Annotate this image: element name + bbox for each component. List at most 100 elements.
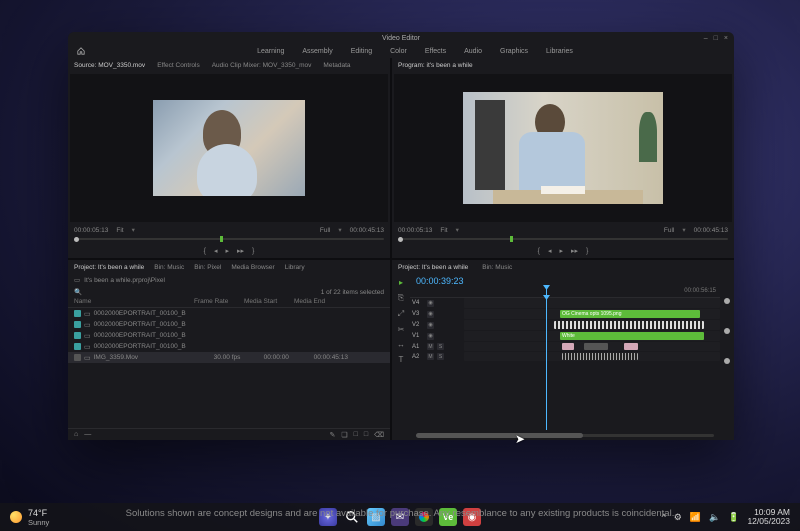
solo-toggle[interactable]: S bbox=[437, 343, 444, 350]
col-media-end[interactable]: Media End bbox=[294, 298, 344, 307]
clip-a1-2[interactable] bbox=[584, 343, 608, 350]
track-toggle[interactable]: ◉ bbox=[427, 333, 434, 340]
col-name[interactable]: Name bbox=[74, 298, 194, 307]
titlebar: Video Editor – □ × bbox=[68, 32, 734, 44]
clip-a1-1[interactable] bbox=[562, 343, 574, 350]
track-lane-v3[interactable]: OG Cinema opts 1095.png bbox=[464, 309, 720, 319]
timeline-ruler[interactable]: 00:00:56:15 bbox=[410, 288, 720, 298]
close-button[interactable]: × bbox=[724, 35, 728, 42]
tab-library[interactable]: Library bbox=[285, 264, 305, 271]
table-row[interactable]: ▭0002000EPORTRAIT_00100_B bbox=[68, 330, 390, 341]
tab-metadata[interactable]: Metadata bbox=[323, 62, 350, 69]
playhead-line[interactable] bbox=[546, 298, 547, 430]
program-fit-label[interactable]: Fit bbox=[440, 227, 447, 234]
program-scrubber[interactable] bbox=[392, 236, 734, 244]
slip-tool-icon[interactable]: ↔ bbox=[397, 340, 405, 349]
step-forward-button[interactable]: ▸▸ bbox=[237, 247, 244, 255]
meter-knob[interactable] bbox=[724, 358, 730, 364]
source-scrubber[interactable] bbox=[68, 236, 390, 244]
mark-in-button[interactable]: { bbox=[204, 248, 206, 255]
insert-tool-icon[interactable]: ⎘ bbox=[398, 293, 404, 303]
search-icon[interactable]: 🔍 bbox=[74, 288, 82, 296]
ripple-tool-icon[interactable]: ⤢ bbox=[398, 309, 404, 319]
step-forward-button[interactable]: ▸▸ bbox=[571, 247, 578, 255]
table-row[interactable]: ▭IMG_3359.Mov30.00 fps00:00:0000:00:45:1… bbox=[68, 352, 390, 363]
play-button[interactable]: ▸ bbox=[225, 247, 229, 255]
tab-source[interactable]: Source: MOV_3350.mov bbox=[74, 62, 145, 69]
trash-icon[interactable]: ⌫ bbox=[374, 431, 384, 439]
track-v4: V4◉ bbox=[410, 298, 720, 308]
timeline-zoom[interactable] bbox=[410, 430, 720, 440]
program-viewer[interactable] bbox=[394, 74, 732, 222]
slider-icon[interactable]: — bbox=[84, 431, 91, 438]
clip-a2[interactable] bbox=[562, 353, 638, 360]
new-bin-icon[interactable]: □ bbox=[354, 431, 358, 438]
mark-out-button[interactable]: } bbox=[586, 248, 588, 255]
audio-meter bbox=[722, 298, 732, 428]
menu-libraries[interactable]: Libraries bbox=[546, 48, 573, 55]
source-fit-label[interactable]: Fit bbox=[116, 227, 123, 234]
selection-tool-icon[interactable]: ▸ bbox=[399, 278, 403, 287]
tab-audio-clip-mixer[interactable]: Audio Clip Mixer: MOV_3350_mov bbox=[212, 62, 312, 69]
meter-knob[interactable] bbox=[724, 298, 730, 304]
track-lane-a1[interactable] bbox=[464, 342, 720, 351]
col-frame-rate[interactable]: Frame Rate bbox=[194, 298, 244, 307]
tab-effect-controls[interactable]: Effect Controls bbox=[157, 62, 200, 69]
track-toggle[interactable]: ◉ bbox=[427, 300, 434, 307]
timeline-project-label[interactable]: Project: It's been a while bbox=[398, 264, 468, 271]
table-row[interactable]: ▭0002000EPORTRAIT_00100_B bbox=[68, 319, 390, 330]
clip-v2[interactable] bbox=[554, 321, 704, 329]
track-toggle[interactable]: ◉ bbox=[427, 311, 434, 318]
home-icon[interactable] bbox=[76, 47, 86, 55]
table-row[interactable]: ▭0002000EPORTRAIT_00100_B bbox=[68, 341, 390, 352]
track-lane-a2[interactable] bbox=[464, 352, 720, 361]
menu-editing[interactable]: Editing bbox=[351, 48, 372, 55]
tab-bin-pixel[interactable]: Bin: Pixel bbox=[194, 264, 221, 271]
clip-icon: ▭ bbox=[84, 310, 91, 318]
track-lane-v2[interactable] bbox=[464, 320, 720, 330]
tab-bin-music[interactable]: Bin: Music bbox=[154, 264, 184, 271]
menu-audio[interactable]: Audio bbox=[464, 48, 482, 55]
source-tc-left: 00:00:05:13 bbox=[74, 227, 108, 234]
clip-a1-3[interactable] bbox=[624, 343, 638, 350]
play-button[interactable]: ▸ bbox=[559, 247, 563, 255]
clip-v3[interactable]: OG Cinema opts 1095.png bbox=[560, 310, 700, 318]
ruler-end-label: 00:00:56:15 bbox=[684, 288, 716, 294]
type-tool-icon[interactable]: T bbox=[399, 355, 404, 364]
new-item-icon[interactable]: ❏ bbox=[341, 431, 347, 439]
step-back-button[interactable]: ◂ bbox=[214, 247, 218, 255]
tab-project[interactable]: Project: It's been a while bbox=[74, 264, 144, 271]
col-media-start[interactable]: Media Start bbox=[244, 298, 294, 307]
timeline-bin-label[interactable]: Bin: Music bbox=[482, 264, 512, 271]
new-folder-icon[interactable]: □ bbox=[364, 431, 368, 438]
step-back-button[interactable]: ◂ bbox=[548, 247, 552, 255]
track-toggle[interactable]: ◉ bbox=[427, 322, 434, 329]
clip-v1[interactable]: White bbox=[560, 332, 704, 340]
meter-knob[interactable] bbox=[724, 328, 730, 334]
source-full-label[interactable]: Full bbox=[320, 227, 330, 234]
source-viewer[interactable] bbox=[70, 74, 388, 222]
track-lane-v1[interactable]: White bbox=[464, 331, 720, 341]
track-lane-v4[interactable] bbox=[464, 298, 720, 308]
minimize-button[interactable]: – bbox=[704, 35, 708, 42]
menu-color[interactable]: Color bbox=[390, 48, 407, 55]
table-row[interactable]: ▭0002000EPORTRAIT_00100_B bbox=[68, 308, 390, 319]
maximize-button[interactable]: □ bbox=[714, 35, 718, 42]
lock-icon[interactable]: ⌂ bbox=[74, 431, 78, 438]
menu-graphics[interactable]: Graphics bbox=[500, 48, 528, 55]
timeline-timecode[interactable]: 00:00:39:23 bbox=[410, 274, 720, 288]
mute-toggle[interactable]: M bbox=[427, 353, 434, 360]
mute-toggle[interactable]: M bbox=[427, 343, 434, 350]
menu-effects[interactable]: Effects bbox=[425, 48, 446, 55]
razor-tool-icon[interactable]: ✂ bbox=[398, 325, 405, 334]
menu-assembly[interactable]: Assembly bbox=[302, 48, 332, 55]
menubar: Learning Assembly Editing Color Effects … bbox=[68, 44, 734, 58]
tab-program[interactable]: Program: it's been a while bbox=[398, 62, 473, 69]
mark-out-button[interactable]: } bbox=[252, 248, 254, 255]
edit-icon[interactable]: ✎ bbox=[329, 431, 335, 439]
menu-learning[interactable]: Learning bbox=[257, 48, 284, 55]
solo-toggle[interactable]: S bbox=[437, 353, 444, 360]
tab-media-browser[interactable]: Media Browser bbox=[231, 264, 274, 271]
mark-in-button[interactable]: { bbox=[538, 248, 540, 255]
program-full-label[interactable]: Full bbox=[664, 227, 674, 234]
